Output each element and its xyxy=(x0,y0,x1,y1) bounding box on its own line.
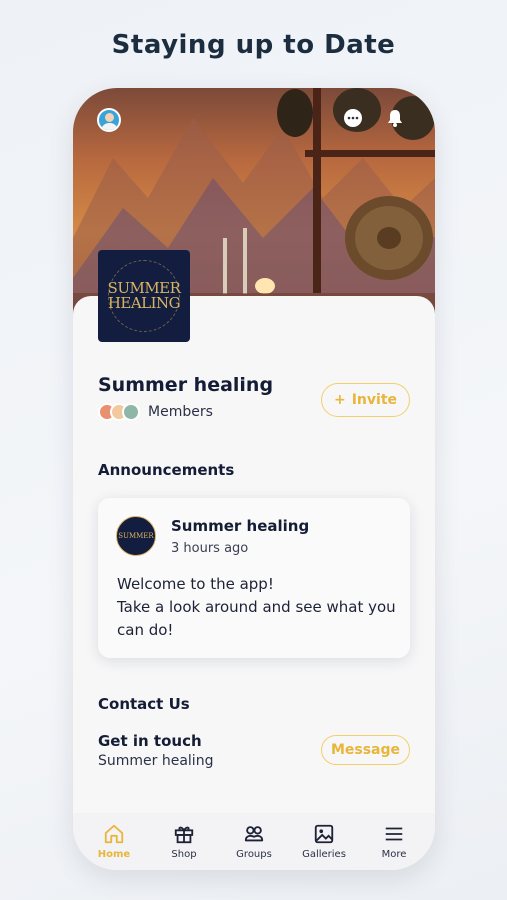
members-label: Members xyxy=(148,404,213,420)
group-logo: SUMMER HEALING xyxy=(98,250,190,342)
members-row[interactable]: Members xyxy=(98,403,213,421)
page-headline: Staying up to Date xyxy=(111,30,396,60)
bottom-tab-bar: Home Shop Groups Galleries More xyxy=(73,813,435,870)
tab-groups[interactable]: Groups xyxy=(222,813,286,870)
contact-subtitle: Get in touch xyxy=(98,732,202,750)
phone-frame: SUMMER HEALING Summer healing Members + … xyxy=(73,88,435,870)
groups-icon xyxy=(244,826,264,842)
announcement-avatar: SUMMER xyxy=(116,516,156,556)
gift-icon xyxy=(174,826,194,844)
member-avatar xyxy=(122,403,140,421)
tab-home[interactable]: Home xyxy=(82,813,146,870)
announcement-card[interactable]: SUMMER Summer healing 3 hours ago Welcom… xyxy=(98,498,410,658)
announcement-body: Welcome to the app! Take a look around a… xyxy=(117,575,396,639)
image-icon xyxy=(314,824,334,844)
home-icon xyxy=(104,824,124,844)
chat-icon[interactable] xyxy=(343,108,369,134)
bell-icon[interactable] xyxy=(385,108,411,134)
plus-icon: + xyxy=(333,392,346,408)
announcements-title: Announcements xyxy=(98,461,235,479)
contact-title: Contact Us xyxy=(98,695,190,713)
group-title: Summer healing xyxy=(98,374,274,396)
contact-name: Summer healing xyxy=(98,753,214,769)
invite-button[interactable]: + Invite xyxy=(321,383,410,417)
tab-more[interactable]: More xyxy=(362,813,426,870)
menu-icon xyxy=(385,827,403,841)
message-button[interactable]: Message xyxy=(321,735,410,765)
announcement-time: 3 hours ago xyxy=(171,541,249,556)
invite-label: Invite xyxy=(351,392,398,408)
tab-galleries[interactable]: Galleries xyxy=(292,813,356,870)
announcement-author: Summer healing xyxy=(171,517,310,535)
profile-avatar[interactable] xyxy=(97,108,121,132)
tab-shop[interactable]: Shop xyxy=(152,813,216,870)
